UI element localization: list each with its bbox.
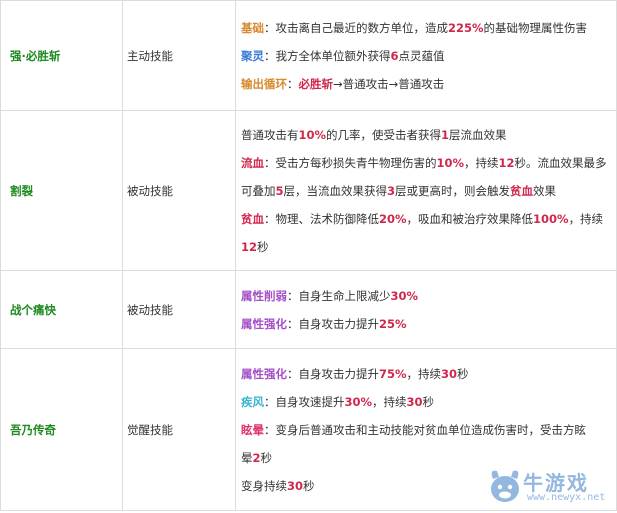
description-text: 层流血效果 <box>449 127 507 142</box>
highlight-text: 必胜斩 <box>298 76 334 91</box>
highlight-text: 10% <box>298 127 327 142</box>
highlight-text: 100% <box>533 211 569 226</box>
site-watermark: 牛游戏 www.newyx.net <box>487 463 611 509</box>
highlight-text: 贫血 <box>241 211 264 226</box>
description-text: 的基础物理属性伤害 <box>483 20 588 35</box>
description-text: ：自身攻速提升 <box>264 394 345 409</box>
highlight-text: 30% <box>344 394 373 409</box>
skill-row: 强·必胜斩 主动技能 基础：攻击离自己最近的数方单位，造成225%的基础物理属性… <box>0 0 617 111</box>
highlight-text: 10% <box>436 155 465 170</box>
description-text: ，持续 <box>406 366 442 381</box>
description-text: ：自身生命上限减少 <box>287 288 391 303</box>
description-text: 可叠加 <box>241 183 276 198</box>
description-text: ，持续 <box>464 155 499 170</box>
highlight-text: 属性强化 <box>241 366 287 381</box>
skill-table: 强·必胜斩 主动技能 基础：攻击离自己最近的数方单位，造成225%的基础物理属性… <box>0 0 617 511</box>
description-text: 秒 <box>303 478 315 493</box>
description-line: 基础：攻击离自己最近的数方单位，造成225%的基础物理属性伤害 <box>241 14 610 42</box>
description-text: ：变身后普通攻击和主动技能对贫血单位造成伤害时，受击方眩 <box>264 422 586 437</box>
highlight-text: 眩晕 <box>241 422 264 437</box>
highlight-text: 2 <box>252 450 261 465</box>
description-line: 属性强化：自身攻击力提升25% <box>241 310 610 338</box>
description-text: ，持续 <box>372 394 407 409</box>
description-text: 点灵蕴值 <box>398 48 445 63</box>
skill-table-body: 强·必胜斩 主动技能 基础：攻击离自己最近的数方单位，造成225%的基础物理属性… <box>0 0 617 511</box>
skill-type: 觉醒技能 <box>122 348 236 511</box>
description-text: ，持续 <box>568 211 604 226</box>
skill-name: 强·必胜斩 <box>0 0 123 111</box>
description-text: ：受击方每秒损失青牛物理伤害的 <box>264 155 437 170</box>
highlight-text: 30% <box>390 288 419 303</box>
description-text: ：自身攻击力提升 <box>287 316 379 331</box>
description-text: 变身持续 <box>241 478 287 493</box>
highlight-text: 30 <box>287 478 304 493</box>
highlight-text: 疾风 <box>241 394 264 409</box>
description-text: ：物理、法术防御降低 <box>264 211 379 226</box>
highlight-text: 75% <box>379 366 407 381</box>
highlight-text: 225% <box>448 20 484 35</box>
description-text: 秒 <box>260 450 273 465</box>
description-text: 晕 <box>241 450 253 465</box>
description-text: 秒 <box>457 366 469 381</box>
description-line: 输出循环：必胜斩→普通攻击→普通攻击 <box>241 70 610 98</box>
skill-name: 吾乃传奇 <box>0 348 123 511</box>
highlight-text: 输出循环 <box>241 76 287 91</box>
description-text: ，吸血和被治疗效果降低 <box>406 211 534 226</box>
highlight-text: 30 <box>406 394 423 409</box>
description-line: 聚灵：我方全体单位额外获得6点灵蕴值 <box>241 42 610 70</box>
description-line: 眩晕：变身后普通攻击和主动技能对贫血单位造成伤害时，受击方眩 <box>241 416 610 444</box>
skill-type: 被动技能 <box>122 270 236 349</box>
watermark-url: www.newyx.net <box>527 492 606 503</box>
description-text: ：攻击离自己最近的数方单位，造成 <box>264 20 448 35</box>
skill-description: 普通攻击有10%的几率，使受击者获得1层流血效果 流血：受击方每秒损失青牛物理伤害… <box>235 110 617 271</box>
skill-type: 主动技能 <box>122 0 236 111</box>
skill-name: 战个痛快 <box>0 270 123 349</box>
highlight-text: 25% <box>379 316 407 331</box>
highlight-text: 6 <box>390 48 399 63</box>
highlight-text: 流血 <box>241 155 264 170</box>
description-text: 秒 <box>422 394 435 409</box>
skill-description: 属性削弱：自身生命上限减少30% 属性强化：自身攻击力提升25% <box>235 270 617 349</box>
description-text: 层，当流血效果获得 <box>283 183 388 198</box>
highlight-text: 属性削弱 <box>241 288 287 303</box>
highlight-text: 5 <box>275 183 284 198</box>
highlight-text: 30 <box>441 366 458 381</box>
skill-name: 割裂 <box>0 110 123 271</box>
description-text: ：自身攻击力提升 <box>287 366 379 381</box>
skill-description: 基础：攻击离自己最近的数方单位，造成225%的基础物理属性伤害 聚灵：我方全体单位… <box>235 0 617 111</box>
description-line: 贫血：物理、法术防御降低20%，吸血和被治疗效果降低100%，持续 <box>241 205 610 233</box>
skill-row: 战个痛快 被动技能 属性削弱：自身生命上限减少30% 属性强化：自身攻击力提升25… <box>0 270 617 349</box>
skill-type: 被动技能 <box>122 110 236 271</box>
description-text: 效果 <box>533 183 557 198</box>
description-text: →普通攻击→普通攻击 <box>333 76 445 91</box>
description-text: 普通攻击有 <box>241 127 299 142</box>
bull-logo-icon <box>491 470 519 502</box>
description-line: 属性强化：自身攻击力提升75%，持续30秒 <box>241 360 610 388</box>
description-line: 流血：受击方每秒损失青牛物理伤害的10%，持续12秒。流血效果最多 <box>241 149 610 177</box>
description-line: 疾风：自身攻速提升30%，持续30秒 <box>241 388 610 416</box>
description-line: 12秒 <box>241 233 610 261</box>
description-text: 秒 <box>257 239 269 254</box>
highlight-text: 1 <box>441 127 450 142</box>
description-text: 秒。流血效果最多 <box>514 155 607 170</box>
highlight-text: 3 <box>387 183 396 198</box>
description-line: 属性削弱：自身生命上限减少30% <box>241 282 610 310</box>
description-line: 普通攻击有10%的几率，使受击者获得1层流血效果 <box>241 121 610 149</box>
highlight-text: 12 <box>498 155 515 170</box>
highlight-text: 贫血 <box>510 183 534 198</box>
highlight-text: 12 <box>241 239 258 254</box>
highlight-text: 基础 <box>241 20 264 35</box>
highlight-text: 属性强化 <box>241 316 287 331</box>
description-text: ： <box>287 76 299 91</box>
description-text: 的几率，使受击者获得 <box>326 127 442 142</box>
highlight-text: 聚灵 <box>241 48 264 63</box>
skill-row: 割裂 被动技能 普通攻击有10%的几率，使受击者获得1层流血效果 流血：受击方每秒… <box>0 110 617 271</box>
description-line: 可叠加5层，当流血效果获得3层或更高时，则会触发贫血效果 <box>241 177 610 205</box>
description-text: ：我方全体单位额外获得 <box>264 48 391 63</box>
description-text: 层或更高时，则会触发 <box>395 183 511 198</box>
highlight-text: 20% <box>379 211 407 226</box>
